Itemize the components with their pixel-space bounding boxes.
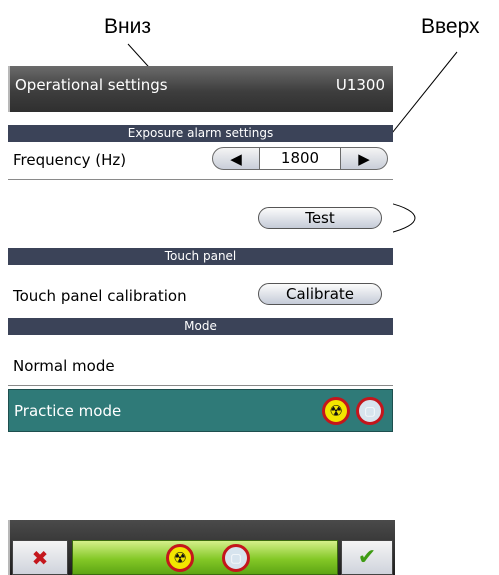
- frequency-label: Frequency (Hz): [13, 151, 127, 169]
- calibrate-button[interactable]: Calibrate: [258, 283, 382, 305]
- radiation-icon: ☢: [173, 549, 187, 567]
- bottom-bar: ✖ ☢ ▢ ✔: [8, 520, 395, 575]
- model-label: U1300: [335, 76, 385, 94]
- practice-mode-label: Practice mode: [14, 402, 122, 420]
- screen-icon: ▢: [230, 551, 242, 565]
- frequency-down-button[interactable]: ◀: [212, 147, 260, 170]
- frequency-stepper: ◀ 1800 ▶: [212, 147, 388, 170]
- cancel-icon: ✖: [31, 545, 49, 570]
- divider: [8, 179, 393, 180]
- frequency-row: Frequency (Hz) ◀ 1800 ▶: [8, 142, 393, 175]
- annotation-up: Вверх: [421, 15, 480, 38]
- radiation-prohibited-icon: ☢: [166, 544, 194, 572]
- annotation-down: Вниз: [104, 15, 151, 38]
- screen-title: Operational settings: [15, 76, 168, 94]
- radiation-icon: ☢: [329, 402, 343, 420]
- section-touch-panel: Touch panel: [8, 248, 393, 265]
- title-bar: Operational settings U1300: [8, 66, 393, 112]
- test-button[interactable]: Test: [258, 207, 382, 229]
- touch-calibration-label: Touch panel calibration: [13, 287, 187, 305]
- screen-prohibited-icon: ▢: [222, 544, 250, 572]
- screen-prohibited-icon: ▢: [356, 397, 384, 425]
- frequency-value: 1800: [260, 147, 340, 170]
- right-arrow-icon: ▶: [358, 149, 370, 168]
- confirm-button[interactable]: ✔: [341, 540, 393, 575]
- checkmark-icon: ✔: [357, 545, 377, 570]
- left-arrow-icon: ◀: [230, 149, 242, 168]
- section-exposure-alarm: Exposure alarm settings: [8, 125, 393, 142]
- divider: [8, 385, 393, 386]
- normal-mode-label: Normal mode: [13, 357, 115, 375]
- device-screen: Operational settings U1300 Exposure alar…: [8, 66, 395, 575]
- cancel-button[interactable]: ✖: [12, 540, 68, 575]
- normal-mode-option[interactable]: Normal mode: [8, 336, 393, 384]
- section-mode: Mode: [8, 318, 393, 335]
- status-bar: ☢ ▢: [72, 540, 338, 575]
- screen-icon: ▢: [364, 404, 376, 418]
- touch-calibration-row: Touch panel calibration Calibrate: [8, 265, 393, 317]
- practice-mode-option[interactable]: Practice mode ☢ ▢: [8, 389, 393, 432]
- radiation-prohibited-icon: ☢: [322, 397, 350, 425]
- frequency-up-button[interactable]: ▶: [340, 147, 388, 170]
